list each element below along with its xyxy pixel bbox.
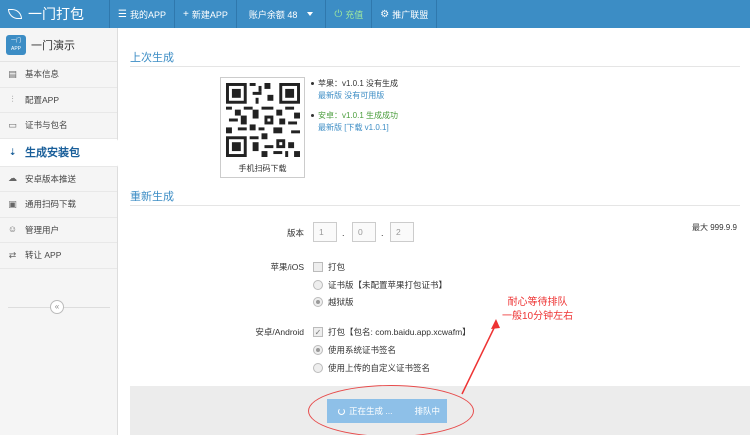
power-icon: ⏻ xyxy=(334,8,343,20)
balance-label: 账户余额 48 xyxy=(248,9,298,20)
document-icon: ▤ xyxy=(8,68,17,79)
my-app-link[interactable]: ☰ 我的APP xyxy=(110,0,175,28)
app-logo-text: 一门 xyxy=(10,37,21,44)
app-logo: 一门 APP xyxy=(6,34,26,55)
leaf-icon xyxy=(8,9,22,19)
sidebar-collapse-button[interactable]: « xyxy=(50,300,64,314)
sidebar-item-scan-download[interactable]: ▣ 通用扫码下载 xyxy=(0,192,117,218)
recharge-label: 充值 xyxy=(345,9,364,20)
annotation-line: 一般10分钟左右 xyxy=(502,311,574,322)
annotation-arrow xyxy=(461,319,500,395)
new-app-link[interactable]: + 新建APP xyxy=(175,0,237,28)
certificate-icon: ▭ xyxy=(8,119,17,130)
plus-icon: + xyxy=(182,8,189,20)
brand-name: 一门打包 xyxy=(28,6,84,22)
sidebar-item-label: 基本信息 xyxy=(25,69,60,80)
sidebar-item-certificate[interactable]: ▭ 证书与包名 xyxy=(0,113,117,139)
sidebar-item-label: 通用扫码下载 xyxy=(25,199,77,210)
brand-logo[interactable]: 一门打包 xyxy=(0,0,110,28)
top-navbar: 一门打包 ☰ 我的APP + 新建APP 账户余额 48 ⏻ 充值 ⚙ 推广联盟 xyxy=(0,0,750,28)
caret-down-icon xyxy=(307,12,314,16)
recharge-link[interactable]: ⏻ 充值 xyxy=(326,0,373,28)
sidebar-item-label: 转让 APP xyxy=(25,250,62,261)
app-logo-subtext: APP xyxy=(10,45,21,52)
sort-download-icon: ⇣ xyxy=(8,146,17,157)
transfer-icon: ⇄ xyxy=(8,249,17,260)
cloud-icon: ☁ xyxy=(8,173,17,184)
annotation-note: 耐心等待排队 一般10分钟左右 xyxy=(502,296,573,324)
sidebar-item-android-push[interactable]: ☁ 安卓版本推送 xyxy=(0,167,117,192)
sidebar-item-label: 管理用户 xyxy=(25,224,60,235)
scan-icon: ▣ xyxy=(8,198,17,209)
new-app-label: 新建APP xyxy=(191,9,228,20)
sliders-icon: ⫶ xyxy=(11,94,14,105)
list-icon: ☰ xyxy=(118,8,127,20)
sidebar-item-label: 生成安装包 xyxy=(25,147,80,159)
sidebar-item-basic-info[interactable]: ▤ 基本信息 xyxy=(0,62,117,88)
sidebar-item-manage-users[interactable]: ☺ 管理用户 xyxy=(0,218,117,243)
sidebar-item-config-app[interactable]: ⫶ 配置APP xyxy=(0,88,117,113)
affiliate-label: 推广联盟 xyxy=(392,9,429,20)
sidebar-item-transfer-app[interactable]: ⇄ 转让 APP xyxy=(0,243,117,269)
sidebar-item-build-package[interactable]: ⇣ 生成安装包 xyxy=(0,138,125,167)
affiliate-link[interactable]: ⚙ 推广联盟 xyxy=(372,0,438,28)
sidebar-item-label: 配置APP xyxy=(25,94,60,105)
sidebar-item-label: 证书与包名 xyxy=(25,120,68,131)
sidebar: 一门 APP 一门演示 ▤ 基本信息 ⫶ 配置APP ▭ 证书与包名 ⇣ 生成安… xyxy=(0,28,125,435)
gear-icon: ⚙ xyxy=(380,8,390,20)
app-header: 一门 APP 一门演示 xyxy=(0,28,117,62)
app-name: 一门演示 xyxy=(31,39,75,52)
main-content: 上次生成 手机扫码下载 苹果：v1.0.1 没有生成 最新版 没有可用版 安卓：… xyxy=(119,28,750,435)
user-icon: ☺ xyxy=(7,224,18,235)
my-app-label: 我的APP xyxy=(129,9,166,20)
balance-dropdown[interactable]: 账户余额 48 xyxy=(237,0,327,28)
annotation-line: 耐心等待排队 xyxy=(507,297,568,308)
sidebar-item-label: 安卓版本推送 xyxy=(25,173,77,184)
